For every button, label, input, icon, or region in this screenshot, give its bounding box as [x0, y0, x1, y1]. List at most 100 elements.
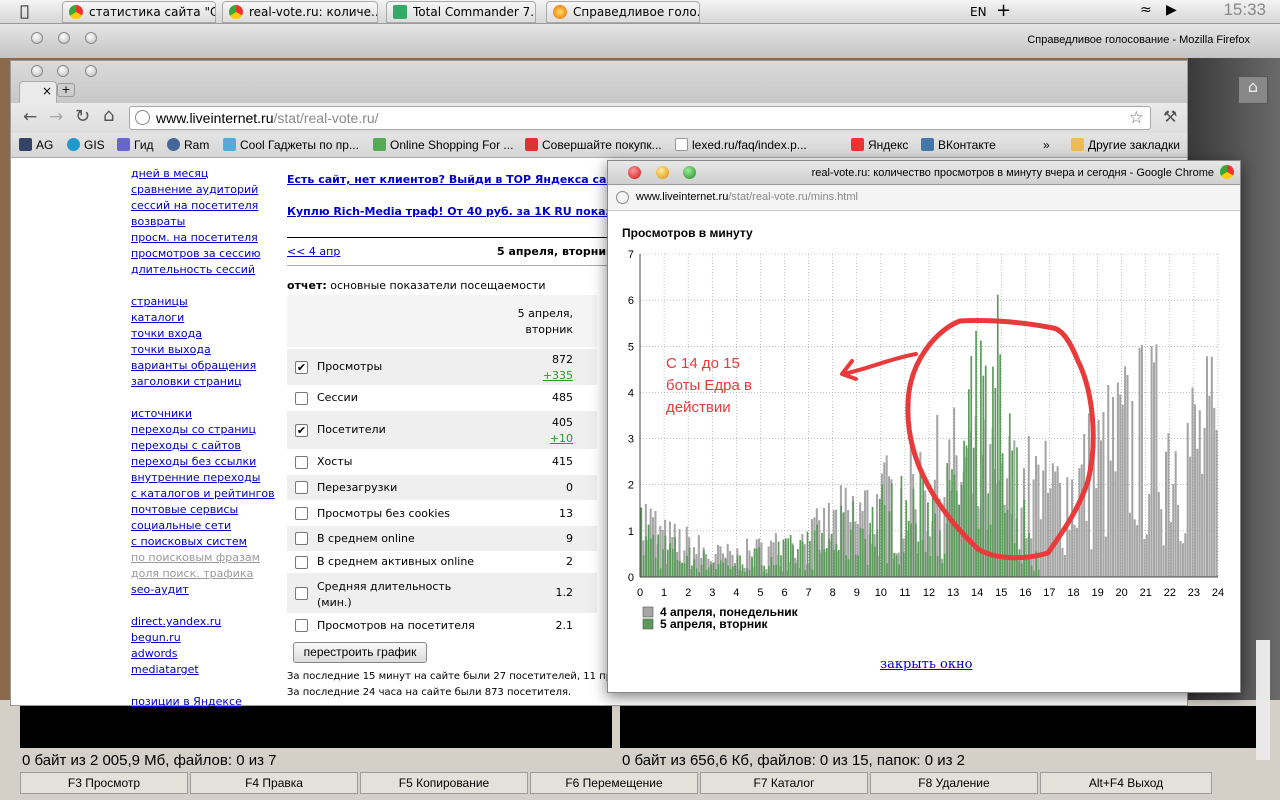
metric-checkbox[interactable]: [295, 391, 308, 405]
f8-delete-button[interactable]: F8 Удаление: [870, 772, 1038, 794]
f4-edit-button[interactable]: F4 Правка: [190, 772, 358, 794]
bar-series-2: [1030, 565, 1033, 577]
close-light[interactable]: [31, 32, 43, 44]
left-file-pane[interactable]: [20, 706, 612, 748]
zoom-light[interactable]: [683, 166, 696, 179]
x-tick-label: 8: [830, 587, 836, 599]
bar-series-2: [806, 531, 809, 577]
bookmark-vkontakte[interactable]: ВКонтакте: [921, 138, 996, 152]
nav-link[interactable]: сессий на посетителя: [131, 199, 258, 212]
metric-checkbox[interactable]: [295, 455, 308, 469]
taskbar-tab[interactable]: статистика сайта "С...: [62, 1, 216, 23]
x-tick-label: 15: [995, 587, 1007, 599]
bookmark-yandex[interactable]: Яндекс: [851, 138, 908, 152]
minimize-light[interactable]: [656, 166, 669, 179]
nav-link[interactable]: с каталогов и рейтингов: [131, 487, 275, 500]
taskbar-tab[interactable]: Total Commander 7....: [386, 1, 536, 23]
close-window-link[interactable]: закрыть окно: [880, 657, 972, 672]
bar-series-2: [753, 548, 756, 577]
nav-link[interactable]: длительность сессий: [131, 263, 255, 276]
metric-checkbox[interactable]: [295, 619, 308, 632]
nav-link[interactable]: дней в месяц: [131, 167, 208, 180]
metric-checkbox[interactable]: [295, 586, 308, 600]
bookmark-other[interactable]: Другие закладки: [1071, 138, 1180, 152]
f3-view-button[interactable]: F3 Просмотр: [20, 772, 188, 794]
nav-link[interactable]: просм. на посетителя: [131, 231, 258, 244]
wrench-icon[interactable]: ⚒: [1163, 107, 1177, 126]
bar-series-2: [958, 504, 961, 577]
vertical-scrollbar[interactable]: [1256, 640, 1270, 760]
nav-link[interactable]: mediatarget: [131, 663, 199, 676]
nav-link[interactable]: источники: [131, 407, 192, 420]
metric-delta[interactable]: +10: [550, 432, 573, 445]
nav-link[interactable]: по поисковым фразам: [131, 551, 260, 564]
zoom-light[interactable]: [85, 32, 97, 44]
tab-label: Справедливое голо...: [573, 5, 700, 19]
apple-icon[interactable]: : [20, 2, 29, 20]
nav-link[interactable]: переходы с сайтов: [131, 439, 241, 452]
nav-link[interactable]: внутренние переходы: [131, 471, 260, 484]
add-icon[interactable]: +: [996, 0, 1011, 21]
taskbar-tab[interactable]: real-vote.ru: количе...: [222, 1, 378, 23]
address-bar[interactable]: www.liveinternet.ru/stat/real-vote.ru/ ☆: [129, 106, 1151, 130]
f7-mkdir-button[interactable]: F7 Каталог: [700, 772, 868, 794]
language-indicator[interactable]: EN: [970, 5, 987, 19]
table-row: ✔ Посетители 405 +10: [287, 411, 597, 449]
nav-link[interactable]: adwords: [131, 647, 178, 660]
bookmark-lexed[interactable]: lexed.ru/faq/index.p...: [675, 138, 807, 152]
nav-link[interactable]: позиции в Яндексе: [131, 695, 242, 708]
bar-series-2: [792, 545, 794, 577]
bar-series-2: [784, 538, 787, 577]
nav-link[interactable]: социальные сети: [131, 519, 231, 532]
home-icon[interactable]: ⌂: [1238, 76, 1268, 104]
bar-series-2: [729, 568, 732, 577]
nav-link[interactable]: доля поиск. трафика: [131, 567, 253, 580]
volume-icon[interactable]: ▶: [1166, 2, 1177, 18]
ad-link-richmedia[interactable]: Куплю Rich-Media траф! От 40 руб. за 1K …: [287, 205, 631, 218]
rebuild-chart-button[interactable]: перестроить график: [293, 642, 427, 663]
nav-link[interactable]: seo-аудит: [131, 583, 189, 596]
nav-link[interactable]: почтовые сервисы: [131, 503, 238, 516]
bar-series-1: [1213, 407, 1216, 577]
popup-address-bar[interactable]: www.liveinternet.ru/stat/real-vote.ru/mi…: [608, 185, 1240, 211]
nav-link[interactable]: с поисковых систем: [131, 535, 247, 548]
bar-series-2: [989, 524, 992, 577]
nav-link[interactable]: каталоги: [131, 311, 184, 324]
nav-link[interactable]: begun.ru: [131, 631, 181, 644]
nav-link[interactable]: сравнение аудиторий: [131, 183, 258, 196]
close-light[interactable]: [628, 166, 641, 179]
f6-move-button[interactable]: F6 Перемещение: [530, 772, 698, 794]
nav-link[interactable]: заголовки страниц: [131, 375, 242, 388]
wifi-icon[interactable]: ≈: [1140, 2, 1152, 18]
nav-link[interactable]: просмотров за сессию: [131, 247, 261, 260]
minimize-light[interactable]: [58, 32, 70, 44]
right-file-pane[interactable]: [620, 706, 1256, 748]
url-path: /stat/real-vote.ru/: [273, 110, 379, 126]
nav-link[interactable]: переходы без ссылки: [131, 455, 256, 468]
taskbar-tab[interactable]: Справедливое голо...: [546, 1, 700, 23]
bookmark-ebay[interactable]: Совершайте покупк...: [525, 138, 662, 152]
metric-checkbox[interactable]: [295, 481, 308, 494]
ad-link-top[interactable]: Есть сайт, нет клиентов? Выйди в TOP Янд…: [287, 173, 651, 186]
metric-checkbox[interactable]: ✔: [295, 360, 308, 374]
metric-checkbox[interactable]: [295, 507, 308, 520]
nav-link[interactable]: переходы со страниц: [131, 423, 256, 436]
nav-link[interactable]: точки выхода: [131, 343, 211, 356]
nav-link[interactable]: страницы: [131, 295, 188, 308]
chevron-right-icon[interactable]: »: [1043, 138, 1050, 152]
metric-checkbox[interactable]: [295, 532, 308, 545]
exit-button[interactable]: Alt+F4 Выход: [1040, 772, 1212, 794]
metric-delta[interactable]: +335: [543, 369, 573, 382]
prev-day-link[interactable]: << 4 апр: [287, 245, 340, 258]
bookmark-shopping[interactable]: Online Shopping For ...: [373, 138, 513, 152]
metric-checkbox[interactable]: [295, 555, 308, 569]
footer-24h: За последние 24 часа на сайте были 873 п…: [287, 687, 572, 698]
f5-copy-button[interactable]: F5 Копирование: [360, 772, 528, 794]
nav-link[interactable]: варианты обращения: [131, 359, 256, 372]
nav-link[interactable]: возвраты: [131, 215, 185, 228]
clock[interactable]: 15:33: [1223, 0, 1266, 20]
star-icon[interactable]: ☆: [1129, 108, 1144, 128]
nav-link[interactable]: direct.yandex.ru: [131, 615, 221, 628]
metric-checkbox[interactable]: ✔: [295, 423, 308, 437]
nav-link[interactable]: точки входа: [131, 327, 202, 340]
